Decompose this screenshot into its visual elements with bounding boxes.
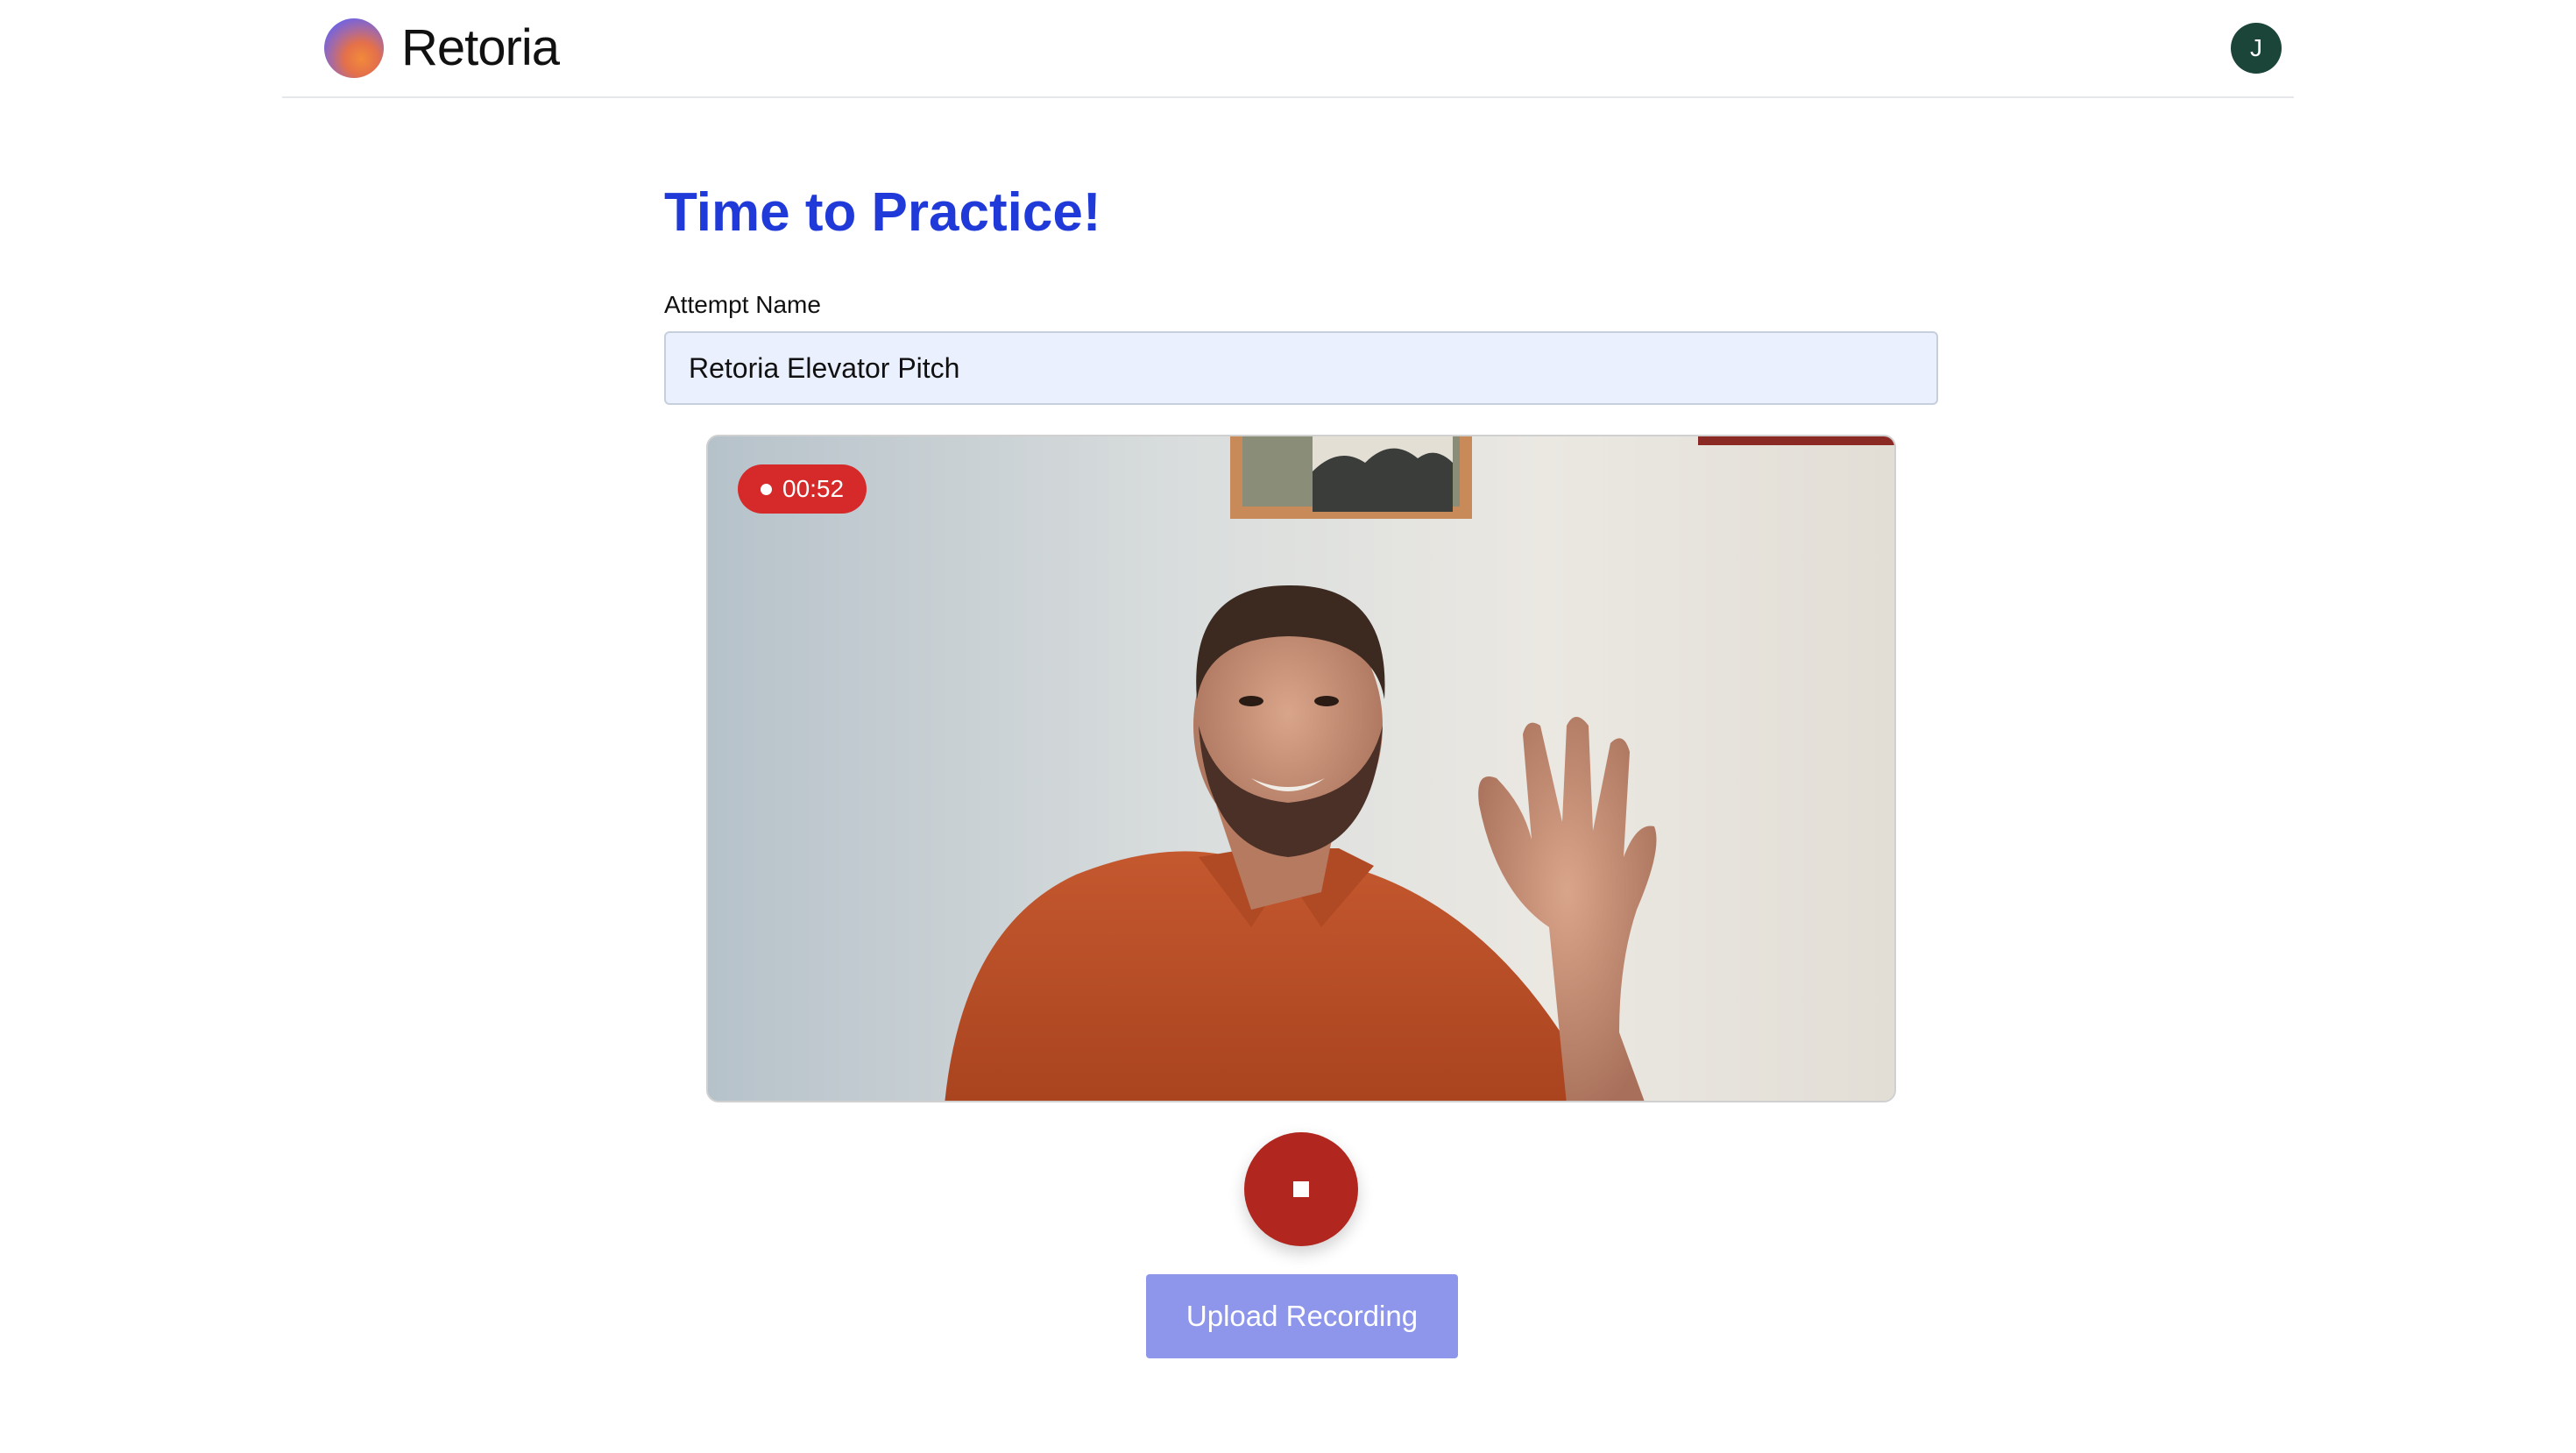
stop-icon	[1293, 1181, 1309, 1197]
upload-recording-button[interactable]: Upload Recording	[1146, 1274, 1458, 1358]
retoria-logo-icon[interactable]	[324, 18, 384, 78]
page-title: Time to Practice!	[664, 182, 1101, 243]
webcam-preview: 00:52	[706, 435, 1896, 1102]
recording-timer-badge: 00:52	[738, 464, 867, 514]
recording-time: 00:52	[782, 475, 845, 502]
attempt-name-label: Attempt Name	[664, 291, 821, 318]
top-nav-bar: Retoria J	[282, 0, 2294, 98]
record-dot-icon	[761, 483, 772, 495]
brand-name[interactable]: Retoria	[401, 18, 560, 79]
attempt-name-input[interactable]	[664, 331, 1938, 405]
user-avatar[interactable]: J	[2231, 23, 2282, 74]
webcam-feed-image	[708, 436, 1894, 1101]
stop-recording-button[interactable]	[1244, 1132, 1358, 1246]
